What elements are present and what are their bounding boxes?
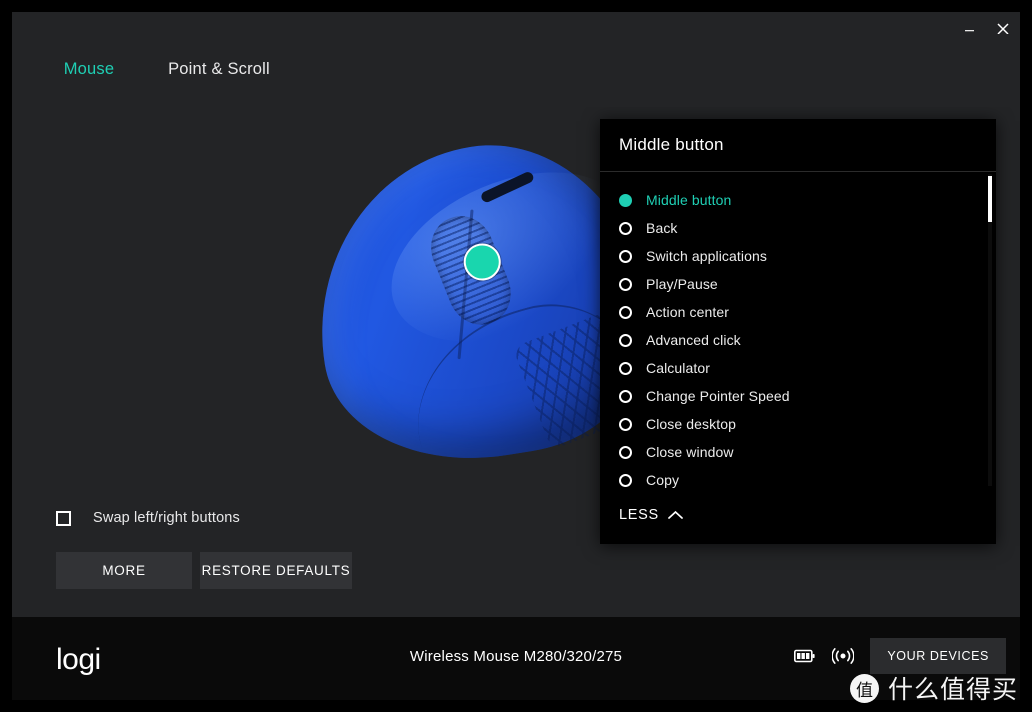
action-buttons: MORE RESTORE DEFAULTS	[56, 552, 526, 589]
your-devices-button[interactable]: YOUR DEVICES	[870, 638, 1006, 674]
radio-icon	[619, 277, 632, 291]
tab-mouse[interactable]: Mouse	[24, 34, 154, 95]
wheel-slot	[479, 170, 536, 204]
radio-icon	[619, 417, 632, 431]
option-label: Play/Pause	[646, 276, 718, 292]
minimize-icon	[964, 29, 974, 31]
main-stage: Swap left/right buttons MORE RESTORE DEF…	[12, 107, 1020, 617]
radio-icon	[619, 221, 632, 235]
option-label: Calculator	[646, 360, 711, 376]
wireless-signal-icon	[832, 648, 855, 664]
middle-button-panel: Middle button Middle button Back Switch …	[600, 119, 996, 544]
option-close-desktop[interactable]: Close desktop	[600, 410, 996, 438]
swap-buttons-checkbox[interactable]	[56, 510, 71, 526]
tab-point-and-scroll[interactable]: Point & Scroll	[154, 34, 284, 95]
watermark-badge: 值	[849, 673, 879, 703]
option-advanced-click[interactable]: Advanced click	[600, 326, 996, 354]
panel-option-list[interactable]: Middle button Back Switch applications P…	[600, 172, 996, 492]
option-switch-applications[interactable]: Switch applications	[600, 242, 996, 270]
option-label: Copy	[646, 472, 680, 488]
swap-buttons-row[interactable]: Swap left/right buttons	[56, 507, 526, 529]
tab-list: Mouse Point & Scroll	[12, 34, 284, 95]
option-calculator[interactable]: Calculator	[600, 354, 996, 382]
logi-options-window: Mouse Point & Scroll Swap left/right but…	[12, 12, 1020, 700]
battery-full-icon	[794, 649, 815, 663]
option-play-pause[interactable]: Play/Pause	[600, 270, 996, 298]
option-action-center[interactable]: Action center	[600, 298, 996, 326]
panel-title: Middle button	[619, 135, 724, 154]
option-middle-button[interactable]: Middle button	[600, 186, 996, 214]
radio-icon	[619, 333, 632, 347]
less-label: LESS	[619, 507, 659, 523]
radio-icon	[619, 193, 632, 207]
radio-icon	[619, 305, 632, 319]
tab-bar: Mouse Point & Scroll	[12, 34, 1020, 110]
watermark-text: 什么值得买	[887, 675, 1018, 704]
restore-defaults-button[interactable]: RESTORE DEFAULTS	[200, 552, 352, 589]
swap-buttons-label: Swap left/right buttons	[93, 510, 240, 526]
option-label: Action center	[646, 304, 730, 320]
option-copy[interactable]: Copy	[600, 466, 996, 492]
option-label: Back	[646, 220, 678, 236]
footer-right-group: YOUR DEVICES	[794, 638, 1006, 674]
option-label: Advanced click	[646, 332, 741, 348]
mouse-controls: Swap left/right buttons MORE RESTORE DEF…	[56, 507, 526, 589]
radio-icon	[619, 473, 632, 487]
chevron-up-icon	[668, 510, 683, 519]
panel-footer: LESS	[600, 492, 996, 538]
panel-scrollbar-thumb[interactable]	[988, 176, 992, 222]
option-close-window[interactable]: Close window	[600, 438, 996, 466]
tab-point-and-scroll-label: Point & Scroll	[168, 60, 270, 78]
less-toggle[interactable]: LESS	[619, 507, 683, 523]
panel-header: Middle button	[600, 119, 996, 172]
radio-icon	[619, 249, 632, 263]
watermark: 值 什么值得买	[849, 670, 1018, 706]
option-label: Switch applications	[646, 248, 767, 264]
option-label: Change Pointer Speed	[646, 388, 790, 404]
option-label: Close window	[646, 444, 734, 460]
more-button[interactable]: MORE	[56, 552, 192, 589]
radio-icon	[619, 445, 632, 459]
radio-icon	[619, 361, 632, 375]
option-change-pointer-speed[interactable]: Change Pointer Speed	[600, 382, 996, 410]
radio-icon	[619, 389, 632, 403]
tab-mouse-label: Mouse	[63, 60, 115, 78]
option-label: Middle button	[646, 192, 732, 208]
option-label: Close desktop	[646, 416, 737, 432]
option-back[interactable]: Back	[600, 214, 996, 242]
